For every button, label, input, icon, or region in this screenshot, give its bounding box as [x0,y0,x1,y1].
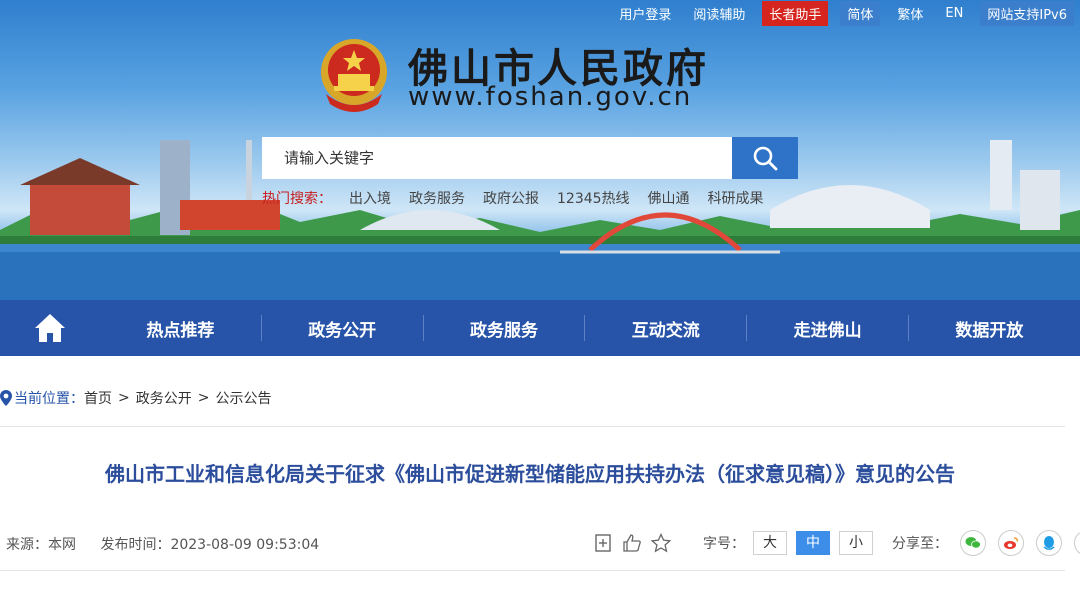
breadcrumb-notices[interactable]: 公示公告 [215,388,271,408]
article-tools: 字号： 大 中 小 分享至： [592,530,1080,556]
star-icon [651,533,671,553]
breadcrumb-separator: > [118,390,130,406]
login-link[interactable]: 用户登录 [608,4,682,23]
hot-search-item[interactable]: 出入境 [349,188,391,208]
nav-item-gov-services[interactable]: 政务服务 [424,316,585,341]
nav-item-about-foshan[interactable]: 走进佛山 [747,316,908,341]
nav-item-open-data[interactable]: 数据开放 [909,316,1070,341]
thumbs-up-icon [623,534,641,552]
hot-search-label: 热门搜索： [262,191,332,207]
qq-icon [1043,536,1055,550]
breadcrumb-label: 当前位置： [14,391,84,407]
share-qzone-button[interactable] [1074,530,1080,556]
hot-search-item[interactable]: 12345热线 [557,188,630,208]
font-size-label: 字号： [703,536,745,552]
share-wechat-button[interactable] [960,530,986,556]
article-title: 佛山市工业和信息化局关于征求《佛山市促进新型储能应用扶持办法（征求意见稿）》意见… [105,462,955,486]
font-size-small-button[interactable]: 小 [839,531,873,555]
share-weibo-button[interactable] [998,530,1024,556]
divider [0,570,1065,571]
reading-aid-link[interactable]: 阅读辅助 [682,4,756,23]
weibo-icon [1004,537,1019,549]
bookmark-plus-icon [595,534,611,552]
breadcrumb-gov-affairs[interactable]: 政务公开 [136,388,192,408]
article-meta: 来源：本网 发布时间：2023-08-09 09:53:04 [6,534,339,554]
national-emblem-logo [321,39,387,112]
main-navigation: 热点推荐 政务公开 政务服务 互动交流 走进佛山 数据开放 [0,300,1080,356]
header-banner: 用户登录 阅读辅助 长者助手 简体 繁体 EN 网站支持IPv6 佛山市人民政府… [0,0,1080,300]
top-utility-bar: 用户登录 阅读辅助 长者助手 简体 繁体 EN 网站支持IPv6 [608,0,1080,26]
favorite-button[interactable] [650,532,672,554]
article-publish-time: 发布时间：2023-08-09 09:53:04 [100,537,320,553]
hot-search-item[interactable]: 政府公报 [483,188,539,208]
location-pin-icon [0,390,12,406]
nav-item-gov-affairs-open[interactable]: 政务公开 [262,316,423,341]
divider [0,426,1065,427]
search-bar [262,137,798,179]
wechat-icon [965,537,981,549]
hot-search-item[interactable]: 政务服务 [409,188,465,208]
nav-home-button[interactable] [0,300,100,356]
font-size-medium-button[interactable]: 中 [796,531,830,555]
ipv6-badge[interactable]: 网站支持IPv6 [980,0,1074,26]
like-button[interactable] [621,532,643,554]
search-button[interactable] [732,137,798,179]
share-qq-button[interactable] [1036,530,1062,556]
site-url: www.foshan.gov.cn [408,82,693,112]
english-link[interactable]: EN [934,6,974,21]
elder-assistant-button[interactable]: 长者助手 [762,0,829,26]
search-input[interactable] [262,137,732,179]
breadcrumb: 当前位置： 首页 > 政务公开 > 公示公告 [0,388,271,408]
bookmark-button[interactable] [592,532,614,554]
hot-search-item[interactable]: 科研成果 [708,188,764,208]
share-label: 分享至： [892,536,948,552]
nav-item-hot-recommend[interactable]: 热点推荐 [100,316,261,341]
simplified-chinese-button[interactable]: 简体 [840,0,881,26]
search-icon [753,146,778,171]
font-size-large-button[interactable]: 大 [753,531,787,555]
traditional-chinese-link[interactable]: 繁体 [886,4,934,23]
article-source: 来源：本网 [6,537,76,553]
hot-search-list: 热门搜索： 出入境 政务服务 政府公报 12345热线 佛山通 科研成果 [262,188,773,208]
breadcrumb-home[interactable]: 首页 [84,388,112,408]
hot-search-item[interactable]: 佛山通 [648,188,690,208]
home-icon [35,314,65,342]
breadcrumb-separator: > [197,390,210,406]
nav-item-interaction[interactable]: 互动交流 [585,316,746,341]
